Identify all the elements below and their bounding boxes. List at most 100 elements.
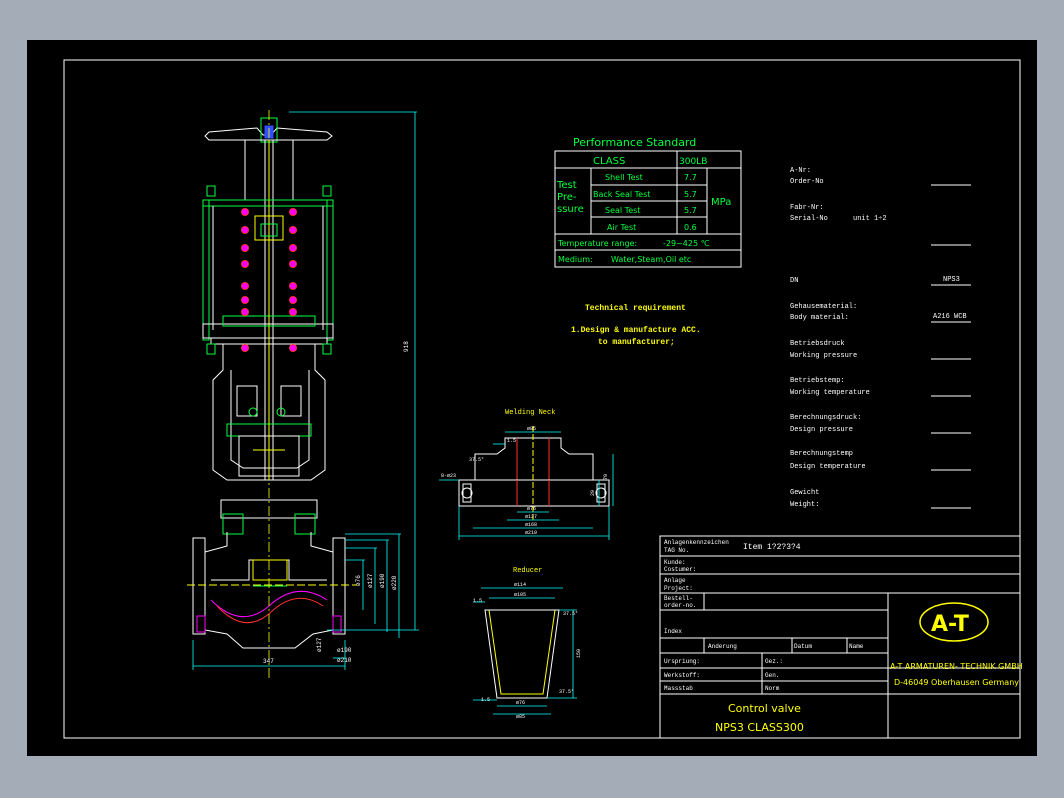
drawing-title-line-2: NPS3 CLASS300 — [715, 721, 804, 734]
rd-height-dim: 150 — [576, 649, 582, 658]
body-material-de: Gehausematerial: — [790, 303, 857, 311]
welding-neck-detail: Welding Neck ø85 1.5 37.5° 8-ø23 79 29 ø… — [439, 409, 614, 540]
technical-requirement: Technical requirement 1.Design & manufac… — [571, 304, 701, 347]
wn-top-dim: ø85 — [527, 426, 536, 432]
test-row-value: 5.7 — [684, 206, 697, 215]
rd-bot-dim: ø76 — [516, 700, 525, 706]
date-label: Datum — [794, 643, 812, 650]
unit-mpa: MPa — [711, 197, 731, 208]
title-block: Anlagenkennzeichen TAG No. Item 1?2?3?4 … — [659, 535, 1023, 739]
rd-angle2-dim: 37.5° — [559, 689, 574, 695]
order-en: order-no. — [664, 602, 696, 609]
order-info: A-Nr: Order-No Fabr-Nr: Serial-No unit 1… — [790, 167, 967, 509]
dim-face-to-face: 347 — [263, 658, 274, 665]
test-row-value: 5.7 — [684, 190, 697, 199]
dim-d5: ø127 — [316, 637, 323, 652]
wn-d4-dim: ø210 — [525, 530, 537, 536]
dim-d1: ø220 — [391, 575, 398, 590]
rd-a2-dim: 1.5 — [481, 697, 490, 703]
medium-label: Medium: — [558, 255, 593, 264]
temperature-label: Temperature range: — [557, 239, 637, 248]
performance-title: Performance Standard — [573, 136, 696, 149]
working-pressure-de: Betriebsdruck — [790, 340, 845, 348]
fabr-nr-label: Fabr-Nr: — [790, 204, 824, 212]
technical-title: Technical requirement — [585, 304, 686, 313]
weight-en: Weight: — [790, 501, 819, 509]
temperature-value: -29~425 ℃ — [663, 239, 710, 248]
item-value: Item 1?2?3?4 — [743, 543, 801, 552]
actuator — [202, 139, 334, 480]
scale-de: Massstab — [664, 685, 693, 692]
test-row-name: Seal Test — [605, 206, 640, 215]
project-de: Anlage — [664, 577, 686, 584]
design-temp-en: Design temperature — [790, 463, 866, 471]
wn-holes-dim: 8-ø23 — [441, 473, 456, 479]
customer-de: Kunde: — [664, 559, 686, 566]
drawing-title-line-1: Control valve — [728, 702, 801, 715]
wn-angle-dim: 37.5° — [469, 457, 484, 463]
body-material-value: A216 WCB — [933, 313, 967, 321]
dim-d7: ø210 — [337, 657, 352, 664]
a-nr-label: A-Nr: — [790, 167, 811, 175]
design-pressure-de: Berechnungsdruck: — [790, 414, 861, 422]
dn-value: NPS3 — [943, 276, 960, 284]
test-label-1: Test — [556, 180, 577, 191]
dim-d3: ø127 — [367, 573, 374, 588]
working-temp-en: Working temperature — [790, 389, 870, 397]
rd-top2-dim: ø105 — [514, 592, 526, 598]
change-label: Anderung — [708, 643, 737, 650]
handwheel — [204, 117, 333, 143]
project-en: Project: — [664, 585, 693, 592]
wn-height-dim: 79 — [603, 474, 609, 480]
company-logo-text: A-T — [931, 612, 969, 637]
class-label: CLASS — [593, 156, 625, 167]
rd-angle-dim: 37.5° — [563, 611, 578, 617]
design-pressure-en: Design pressure — [790, 426, 853, 434]
rd-bot2-dim: ø85 — [516, 714, 525, 720]
drawing-de: Urspriung: — [664, 658, 700, 665]
reducer-title: Reducer — [513, 567, 542, 575]
wn-d1-dim: ø76 — [527, 506, 536, 512]
welding-neck-title: Welding Neck — [505, 409, 555, 417]
drawing-sheet: 918 ø220 ø190 ø127 ø76 347 ø127 ø190 ø21… — [27, 40, 1037, 756]
wn-d3-dim: ø168 — [525, 522, 537, 528]
wn-d2-dim: ø127 — [525, 514, 537, 520]
inner-border — [63, 59, 1021, 739]
rd-a-dim: 1.5 — [473, 598, 482, 604]
working-pressure-en: Working pressure — [790, 352, 857, 360]
unit-label: unit 1÷2 — [853, 215, 887, 223]
checked-de: Werkstoff: — [664, 672, 700, 679]
dim-d6: ø190 — [337, 647, 352, 654]
test-row-name: Air Test — [607, 223, 636, 232]
valve-body — [187, 499, 357, 649]
wn-height2-dim: 29 — [590, 490, 596, 496]
order-info-lines — [931, 184, 971, 509]
dim-d2: ø190 — [379, 573, 386, 588]
rd-top-dim: ø114 — [514, 582, 526, 588]
cad-drawing: 918 ø220 ø190 ø127 ø76 347 ø127 ø190 ø21… — [63, 59, 1023, 739]
technical-line-1: 1.Design & manufacture ACC. — [571, 326, 701, 335]
test-row-value: 0.6 — [684, 223, 697, 232]
body-material-en: Body material: — [790, 314, 849, 322]
dim-d4: ø76 — [355, 575, 362, 586]
test-row-name: Shell Test — [605, 173, 643, 182]
test-label-3: ssure — [557, 204, 584, 215]
order-de: Bestell- — [664, 595, 693, 602]
dim-total-height: 918 — [403, 341, 410, 352]
weight-de: Gewicht — [790, 489, 819, 497]
index-label: Index — [664, 628, 682, 635]
customer-en: Costumer: — [664, 566, 696, 573]
working-temp-de: Betriebstemp: — [790, 377, 845, 385]
company-line-1: A-T ARMATUREN- TECHNIK GMBH — [890, 662, 1023, 671]
approved-label: Gen. — [765, 672, 779, 679]
valve-assembly — [187, 110, 357, 680]
technical-line-2: to manufacturer; — [598, 338, 675, 347]
order-no-label: Order-No — [790, 178, 824, 186]
test-label-2: Pre- — [557, 192, 577, 203]
drawn-label: Gez.: — [765, 658, 783, 665]
tag-en: TAG No. — [664, 547, 689, 554]
test-row-value: 7.7 — [684, 173, 697, 182]
serial-no-label: Serial-No — [790, 215, 828, 223]
class-value: 300LB — [679, 157, 707, 167]
tag-de: Anlagenkennzeichen — [664, 539, 729, 546]
